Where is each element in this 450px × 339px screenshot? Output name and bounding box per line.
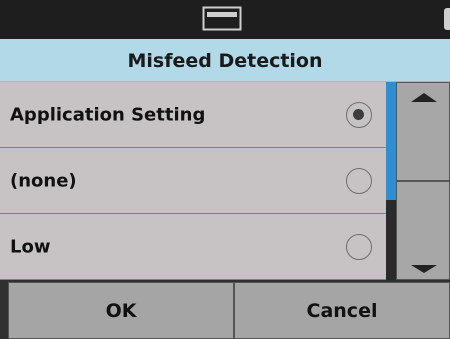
list-item-application-setting[interactable]: Application Setting xyxy=(0,82,386,148)
option-list: Application Setting (none) Low xyxy=(0,82,386,280)
scroll-down-button[interactable] xyxy=(396,181,450,280)
scroll-up-button[interactable] xyxy=(396,82,450,181)
arrow-down-icon xyxy=(411,265,437,273)
radio-unselected-icon[interactable] xyxy=(346,233,372,260)
app-screen: Misfeed Detection Application Setting (n… xyxy=(0,0,450,339)
page-title: Misfeed Detection xyxy=(0,39,450,82)
scanner-tray-icon xyxy=(202,6,242,31)
status-edge-indicator xyxy=(444,8,450,30)
option-label: Low xyxy=(10,236,51,257)
radio-dot-icon xyxy=(353,108,364,120)
option-label: (none) xyxy=(10,170,77,191)
arrow-up-icon xyxy=(411,93,437,102)
ok-button[interactable]: OK xyxy=(8,282,234,339)
cancel-button[interactable]: Cancel xyxy=(234,282,450,339)
list-item-none[interactable]: (none) xyxy=(0,148,386,214)
list-item-low[interactable]: Low xyxy=(0,214,386,280)
scrollbar-thumb[interactable] xyxy=(386,82,396,200)
option-label: Application Setting xyxy=(10,104,206,125)
status-bar xyxy=(0,0,450,39)
radio-selected-icon[interactable] xyxy=(346,101,372,128)
radio-unselected-icon[interactable] xyxy=(346,167,372,194)
